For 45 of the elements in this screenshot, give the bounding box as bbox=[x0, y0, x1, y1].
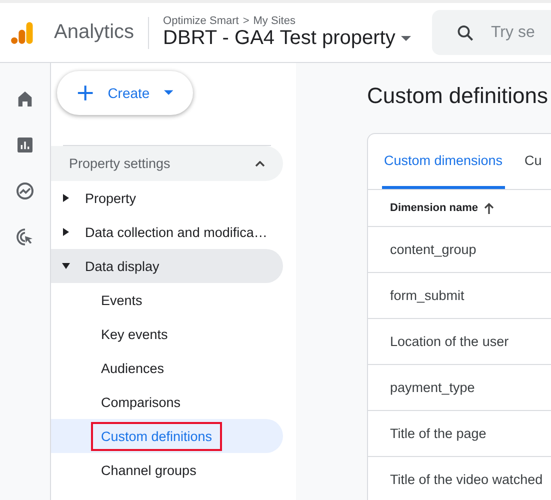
search-icon bbox=[456, 22, 475, 42]
plus-icon bbox=[77, 84, 94, 102]
property-selector[interactable]: DBRT - GA4 Test property bbox=[163, 27, 412, 50]
create-button[interactable]: Create bbox=[57, 71, 193, 115]
logo-icon bbox=[10, 20, 36, 46]
nav-label: Comparisons bbox=[100, 394, 182, 412]
nav-item[interactable]: Data collection and modifica… bbox=[51, 215, 283, 249]
tab[interactable]: Cu bbox=[522, 134, 544, 189]
nav-subitem[interactable]: Key events bbox=[51, 317, 283, 351]
table-cell: Title of the page bbox=[368, 411, 551, 457]
breadcrumb-link[interactable]: My Sites bbox=[253, 15, 296, 27]
table-cell: form_submit bbox=[368, 273, 551, 319]
column-header[interactable]: Dimension name bbox=[368, 190, 551, 227]
nav-subitem[interactable]: Channel groups bbox=[51, 453, 283, 487]
nav-subitem[interactable]: Events bbox=[51, 283, 283, 317]
breadcrumb-separator: > bbox=[242, 15, 250, 27]
triangle-icon bbox=[63, 228, 69, 236]
nav-label: Key events bbox=[100, 326, 169, 344]
nav-subitem[interactable]: Comparisons bbox=[51, 385, 283, 419]
nav-label: Audiences bbox=[100, 360, 166, 378]
product-name: Analytics bbox=[54, 21, 134, 44]
nav-label: Channel groups bbox=[100, 462, 198, 480]
table-cell: Title of the video watched bbox=[368, 457, 551, 500]
bar-chart-icon bbox=[15, 135, 35, 155]
section-header[interactable]: Property settings bbox=[51, 146, 283, 181]
tab[interactable]: Custom dimensions bbox=[382, 134, 505, 189]
trend-circle-icon bbox=[15, 181, 35, 201]
target-cursor-icon bbox=[15, 227, 35, 247]
table-cell: payment_type bbox=[368, 365, 551, 411]
table-cell: content_group bbox=[368, 227, 551, 273]
breadcrumb-link[interactable]: Optimize Smart bbox=[163, 15, 239, 27]
nav-subitem[interactable]: Audiences bbox=[51, 351, 283, 385]
nav-subitem[interactable]: Custom definitions bbox=[51, 419, 283, 453]
search-field[interactable]: Try se bbox=[491, 24, 551, 42]
caret-icon bbox=[401, 36, 412, 42]
highlighted-label: Custom definitions bbox=[91, 422, 222, 450]
table-cell: Location of the user bbox=[368, 319, 551, 365]
nav-item[interactable]: Data display bbox=[51, 249, 283, 283]
triangle-icon bbox=[63, 194, 69, 202]
nav-label: Events bbox=[100, 292, 144, 310]
triangle-icon bbox=[62, 263, 70, 269]
page-title: Custom definitions bbox=[367, 83, 549, 109]
caret-icon bbox=[164, 90, 173, 96]
chevron-icon bbox=[255, 160, 265, 166]
nav-item[interactable]: Property bbox=[51, 181, 283, 215]
